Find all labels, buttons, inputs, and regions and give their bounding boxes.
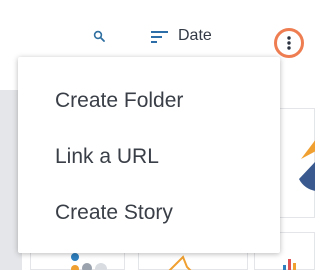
sort-icon[interactable] xyxy=(151,30,168,44)
sort-by-label[interactable]: Date xyxy=(178,27,212,45)
menu-item-create-story[interactable]: Create Story xyxy=(18,193,280,233)
vertical-ellipsis-icon xyxy=(287,36,291,50)
search-icon[interactable] xyxy=(93,29,105,42)
menu-item-link-url[interactable]: Link a URL xyxy=(18,137,280,177)
more-options-button[interactable] xyxy=(274,28,304,58)
more-options-menu: Create Folder Link a URL Create Story xyxy=(18,57,280,253)
menu-item-create-folder[interactable]: Create Folder xyxy=(18,81,280,121)
app-screen: Date Create Folder Link a URL Create Sto… xyxy=(0,0,315,270)
